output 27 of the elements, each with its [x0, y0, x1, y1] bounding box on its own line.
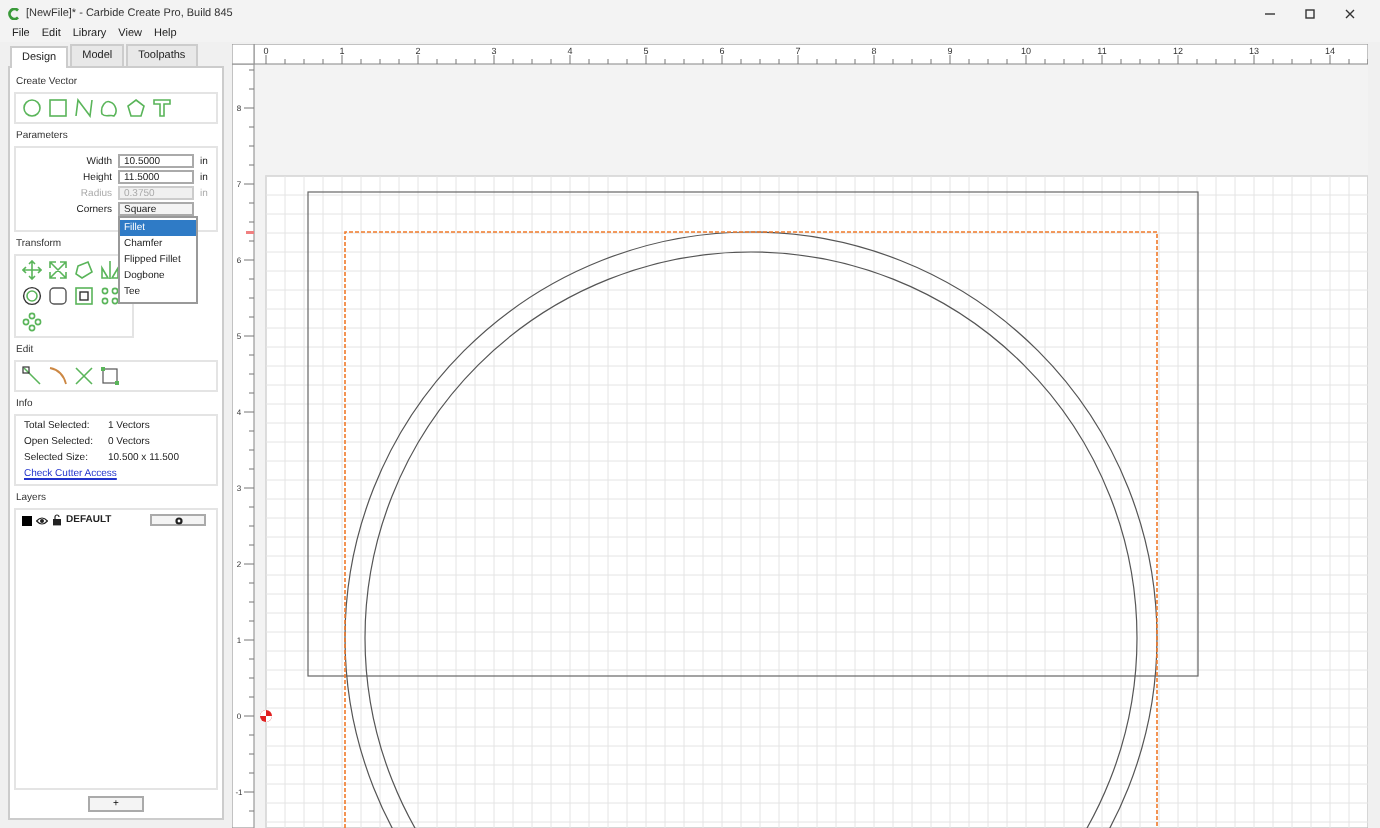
rounded-square-icon[interactable] [48, 286, 68, 306]
mirror-icon[interactable] [100, 260, 120, 280]
rectangle-icon[interactable] [48, 98, 68, 118]
rotate-icon[interactable] [74, 260, 94, 280]
offset-icon[interactable] [22, 286, 42, 306]
eye-icon[interactable] [36, 515, 48, 525]
circle-icon[interactable] [22, 98, 42, 118]
rectangle-vector[interactable] [307, 191, 1199, 677]
polyline-icon[interactable] [74, 98, 94, 118]
close-icon[interactable] [1344, 7, 1356, 19]
node-edit-icon[interactable] [22, 366, 42, 386]
settings-icon [173, 515, 183, 525]
trim-icon[interactable] [48, 366, 68, 386]
layer-color-swatch[interactable] [22, 515, 32, 525]
bounding-box-icon[interactable] [100, 366, 120, 386]
lock-icon[interactable] [52, 514, 62, 526]
boolean-icon[interactable] [74, 286, 94, 306]
text-tool-icon[interactable] [152, 98, 172, 118]
maximize-icon[interactable] [1304, 7, 1316, 19]
minimize-icon[interactable] [1264, 7, 1276, 19]
pentagon-icon[interactable] [126, 98, 146, 118]
array-icon[interactable] [100, 286, 120, 306]
layer-settings-button[interactable] [150, 514, 206, 526]
cut-icon[interactable] [74, 366, 94, 386]
curve-icon[interactable] [100, 98, 120, 118]
ruler-marker [246, 231, 254, 234]
app-logo-icon [8, 7, 20, 19]
